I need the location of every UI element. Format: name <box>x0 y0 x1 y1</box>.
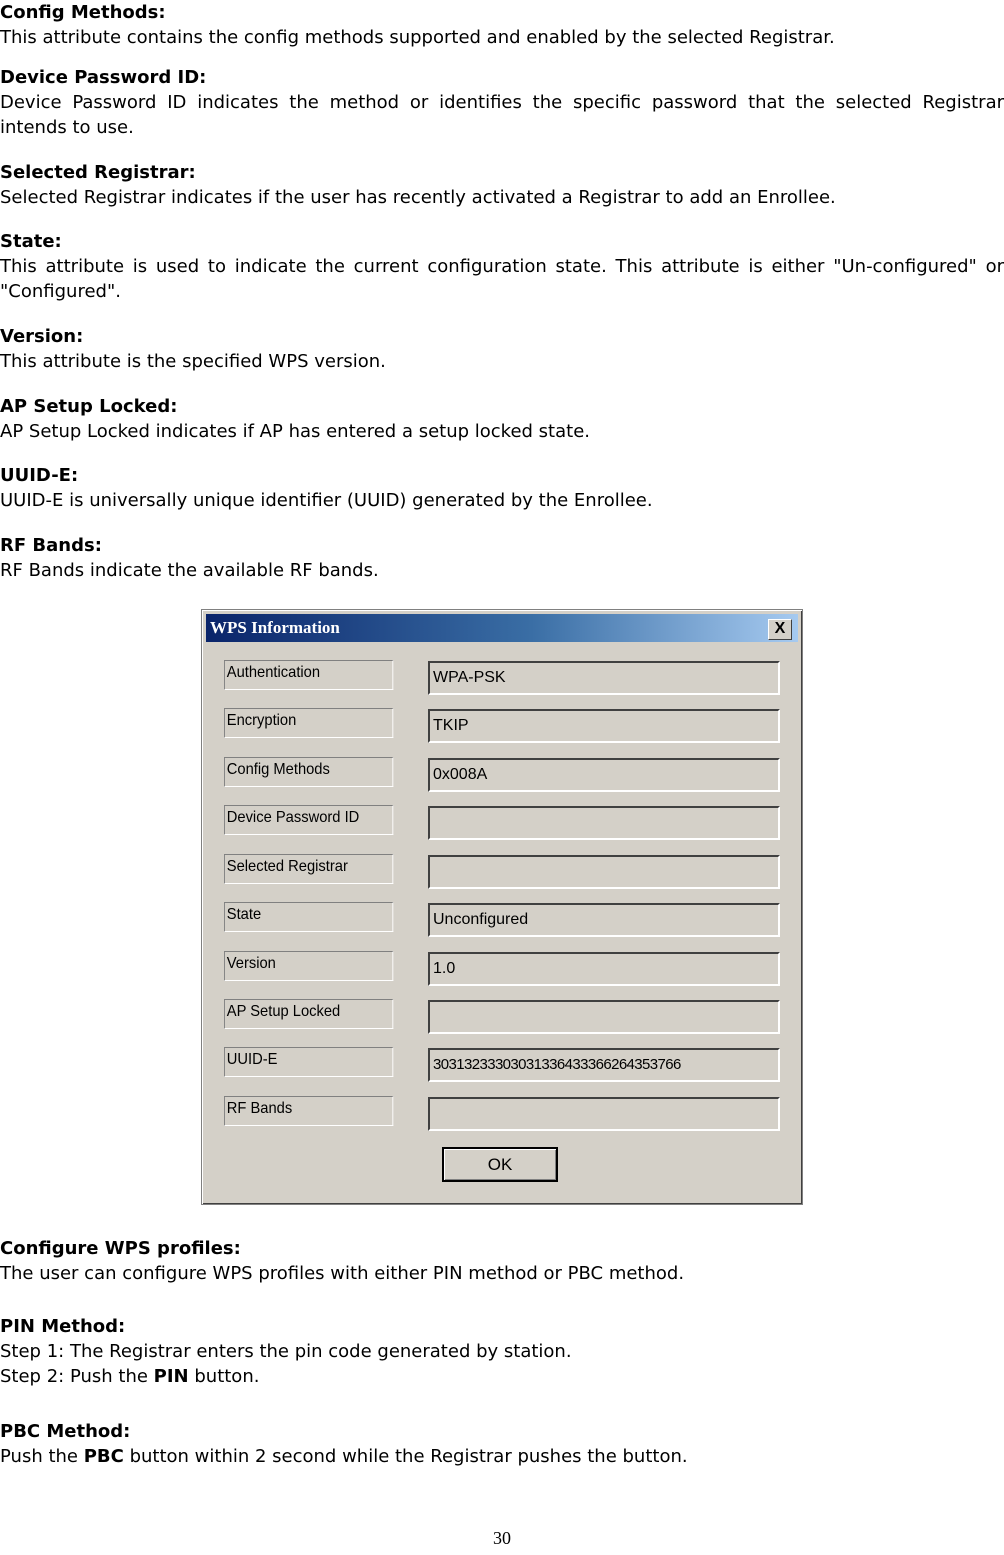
field-row-selected-registrar: Selected Registrar <box>224 854 780 889</box>
section-config-methods: Config Methods: This attribute contains … <box>0 0 1004 50</box>
field-label: Selected Registrar <box>224 854 394 884</box>
pin-step-2-post: button. <box>188 1366 260 1387</box>
field-label: AP Setup Locked <box>224 999 394 1029</box>
rf-bands-field[interactable] <box>428 1097 780 1131</box>
section-state: State: This attribute is used to indicat… <box>0 229 1004 304</box>
pin-step-2: Step 2: Push the PIN button. <box>0 1364 1004 1389</box>
uuid-e-field[interactable]: 30313233303031336433366264353766 <box>428 1048 780 1082</box>
field-label: Device Password ID <box>224 805 394 835</box>
pin-step-1: Step 1: The Registrar enters the pin cod… <box>0 1341 572 1362</box>
pin-step-2-pre: Step 2: Push the <box>0 1366 154 1387</box>
section-rf-bands: RF Bands: RF Bands indicate the availabl… <box>0 533 1004 583</box>
pbc-body: Push the PBC button within 2 second whil… <box>0 1444 1004 1469</box>
ap-setup-locked-field[interactable] <box>428 1000 780 1034</box>
dialog-title: WPS Information <box>210 618 340 637</box>
section-heading: State: <box>0 231 62 252</box>
section-uuid-e: UUID-E: UUID-E is universally unique ide… <box>0 463 1004 513</box>
field-row-version: Version 1.0 <box>224 951 780 986</box>
section-device-password-id: Device Password ID: Device Password ID i… <box>0 65 1004 140</box>
version-field[interactable]: 1.0 <box>428 952 780 986</box>
section-heading: RF Bands: <box>0 535 102 556</box>
section-body: RF Bands indicate the available RF bands… <box>0 560 379 581</box>
device-password-id-field[interactable] <box>428 806 780 840</box>
section-configure-wps-profiles: Configure WPS profiles: The user can con… <box>0 1236 1004 1286</box>
dialog-titlebar: WPS Information X <box>206 614 798 642</box>
field-label: RF Bands <box>224 1096 394 1126</box>
pbc-body-pre: Push the <box>0 1446 84 1467</box>
section-body: Selected Registrar indicates if the user… <box>0 187 836 208</box>
section-heading: UUID-E: <box>0 465 79 486</box>
field-row-config-methods: Config Methods 0x008A <box>224 757 780 792</box>
field-row-ap-setup-locked: AP Setup Locked <box>224 999 780 1034</box>
ok-button[interactable]: OK <box>442 1147 558 1182</box>
section-body: AP Setup Locked indicates if AP has ente… <box>0 421 591 442</box>
authentication-field[interactable]: WPA-PSK <box>428 661 780 695</box>
section-heading: Configure WPS profiles: <box>0 1238 241 1259</box>
section-body: This attribute contains the config metho… <box>0 27 835 48</box>
config-methods-field[interactable]: 0x008A <box>428 758 780 792</box>
pbc-body-post: button within 2 second while the Registr… <box>123 1446 688 1467</box>
field-row-device-password-id: Device Password ID <box>224 805 780 840</box>
section-heading: PBC Method: <box>0 1421 131 1442</box>
field-label: Authentication <box>224 660 394 690</box>
close-button[interactable]: X <box>768 619 792 640</box>
field-label: State <box>224 902 394 932</box>
section-heading: PIN Method: <box>0 1316 126 1337</box>
section-heading: Version: <box>0 326 84 347</box>
field-row-authentication: Authentication WPA-PSK <box>224 660 780 695</box>
section-body: UUID-E is universally unique identifier … <box>0 490 653 511</box>
section-body: The user can configure WPS profiles with… <box>0 1263 685 1284</box>
encryption-field[interactable]: TKIP <box>428 709 780 743</box>
wps-information-dialog: WPS Information X Authentication WPA-PSK… <box>201 609 803 1205</box>
state-field[interactable]: Unconfigured <box>428 903 780 937</box>
section-heading: Config Methods: <box>0 2 166 23</box>
field-row-uuid-e: UUID-E 30313233303031336433366264353766 <box>224 1047 780 1082</box>
section-pbc-method: PBC Method: Push the PBC button within 2… <box>0 1419 1004 1469</box>
section-body: Device Password ID indicates the method … <box>0 92 1004 138</box>
section-heading: Selected Registrar: <box>0 162 196 183</box>
field-label: UUID-E <box>224 1047 394 1077</box>
selected-registrar-field[interactable] <box>428 855 780 889</box>
field-label: Config Methods <box>224 757 394 787</box>
field-label: Encryption <box>224 708 394 738</box>
field-row-rf-bands: RF Bands <box>224 1096 780 1131</box>
section-pin-method: PIN Method: Step 1: The Registrar enters… <box>0 1314 1004 1389</box>
pbc-body-bold: PBC <box>83 1446 124 1467</box>
section-heading: Device Password ID: <box>0 67 207 88</box>
section-body: This attribute is the specified WPS vers… <box>0 351 386 372</box>
section-body: This attribute is used to indicate the c… <box>0 256 1004 302</box>
field-label: Version <box>224 951 394 981</box>
field-row-state: State Unconfigured <box>224 902 780 937</box>
field-row-encryption: Encryption TKIP <box>224 708 780 743</box>
section-ap-setup-locked: AP Setup Locked: AP Setup Locked indicat… <box>0 394 1004 444</box>
page-number: 30 <box>493 1528 511 1548</box>
close-icon: X <box>774 620 786 637</box>
pin-step-2-bold: PIN <box>153 1366 189 1387</box>
section-version: Version: This attribute is the specified… <box>0 324 1004 374</box>
section-selected-registrar: Selected Registrar: Selected Registrar i… <box>0 160 1004 210</box>
section-heading: AP Setup Locked: <box>0 396 178 417</box>
